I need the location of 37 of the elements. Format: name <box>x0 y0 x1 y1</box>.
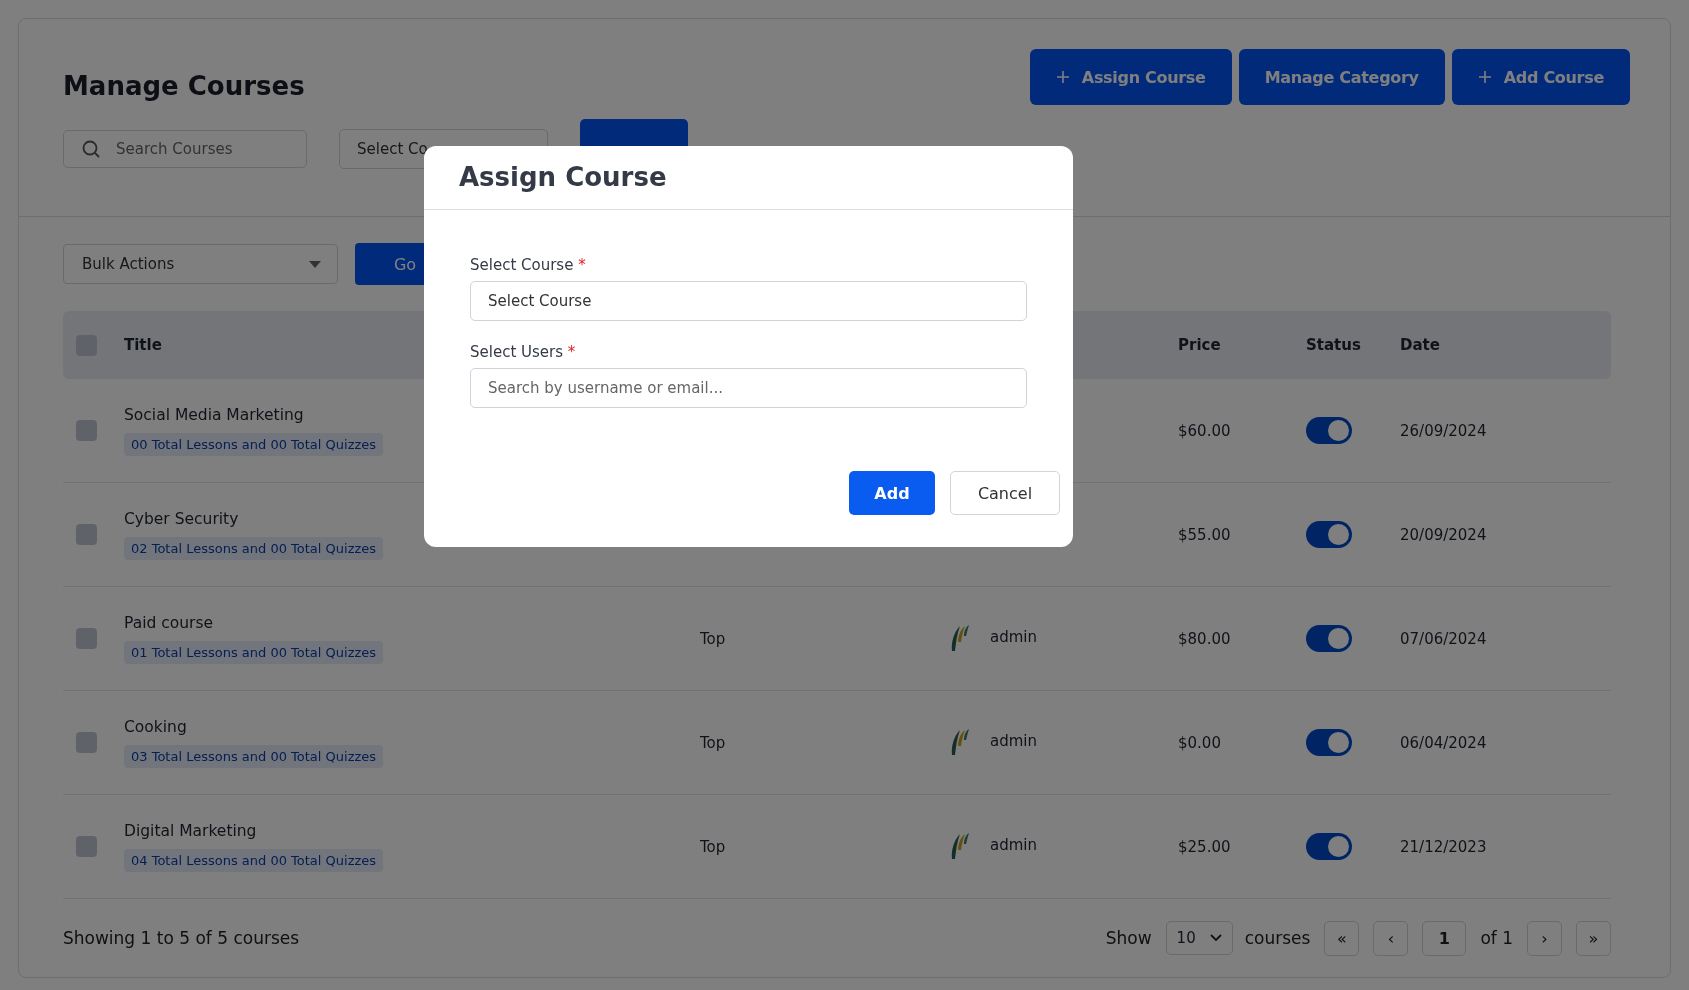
table-cell: 06/04/2024 <box>1400 733 1487 752</box>
table-cell: admin <box>990 731 1037 750</box>
courses-label: courses <box>1244 928 1311 948</box>
course-title: Social Media Marketing <box>124 405 304 424</box>
table-cell: $25.00 <box>1178 837 1231 856</box>
table-cell: admin <box>990 627 1037 646</box>
table-cell: Top <box>700 629 726 648</box>
lesson-count-tag: 01 Total Lessons and 00 Total Quizzes <box>124 640 384 664</box>
course-title: Cooking <box>124 717 187 736</box>
course-title: Paid course <box>124 613 214 632</box>
results-summary: Showing 1 to 5 of 5 courses <box>63 928 300 948</box>
column-header: Price <box>1178 336 1221 354</box>
table-cell: 21/12/2023 <box>1400 837 1487 856</box>
table-cell: $60.00 <box>1178 421 1231 440</box>
table-cell: $80.00 <box>1178 629 1231 648</box>
show-label: Show <box>1105 928 1152 948</box>
column-header: Date <box>1400 336 1440 354</box>
table-cell: Top <box>700 733 726 752</box>
course-title: Cyber Security <box>124 509 239 528</box>
lesson-count-tag: 04 Total Lessons and 00 Total Quizzes <box>124 848 384 872</box>
lesson-count-tag: 02 Total Lessons and 00 Total Quizzes <box>124 536 384 560</box>
table-cell: 07/06/2024 <box>1400 629 1487 648</box>
page-title: Manage Courses <box>63 71 305 101</box>
column-header: Status <box>1306 336 1361 354</box>
lesson-count-tag: 00 Total Lessons and 00 Total Quizzes <box>124 432 384 456</box>
table-cell: admin <box>990 835 1037 854</box>
table-cell: $55.00 <box>1178 525 1231 544</box>
table-cell: Top <box>700 837 726 856</box>
course-title: Digital Marketing <box>124 821 257 840</box>
table-cell: 20/09/2024 <box>1400 525 1487 544</box>
field-label: Select Users * <box>470 343 577 361</box>
table-cell: $0.00 <box>1178 733 1221 752</box>
table-cell: 26/09/2024 <box>1400 421 1487 440</box>
lesson-count-tag: 03 Total Lessons and 00 Total Quizzes <box>124 744 384 768</box>
page-count: of 1 <box>1480 928 1513 948</box>
field-label: Select Course * <box>470 256 587 274</box>
column-header: Title <box>124 336 162 354</box>
